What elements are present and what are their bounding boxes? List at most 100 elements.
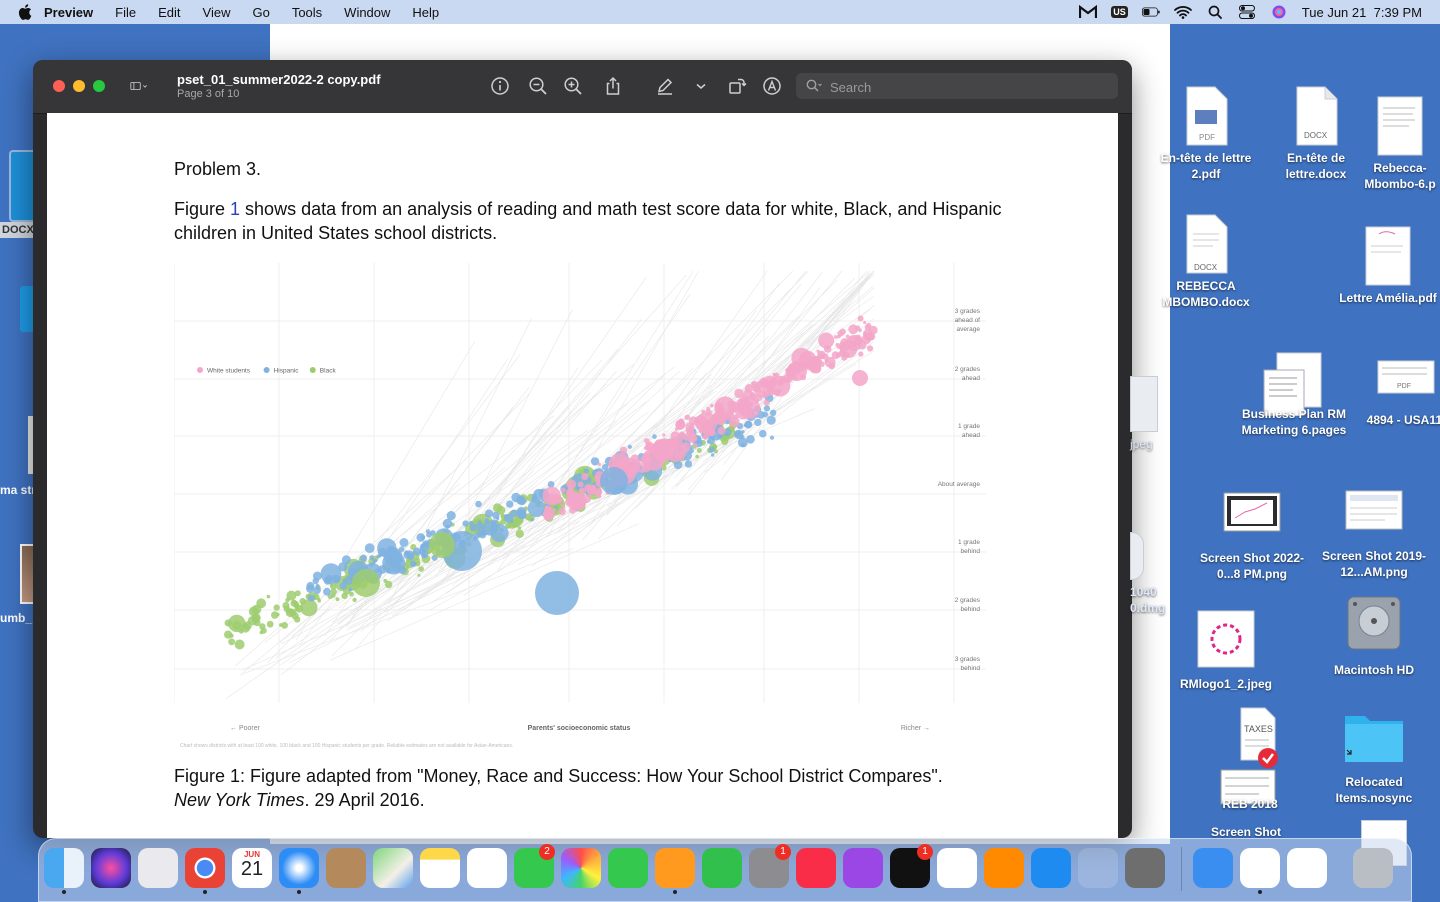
desktop-macintosh-hd[interactable]: Macintosh HD [1314, 594, 1434, 678]
dock-preview-icon[interactable] [1240, 848, 1280, 888]
dock-numbers-icon[interactable] [702, 848, 742, 888]
menu-go[interactable]: Go [252, 5, 269, 20]
markup-menu-button[interactable] [691, 76, 706, 96]
white-student-point [684, 414, 691, 421]
left-clipped-icon[interactable] [0, 52, 36, 72]
desktop-file-screenshot-2019[interactable]: Screen Shot 2019-12...AM.png [1314, 490, 1434, 580]
close-window-button[interactable] [53, 80, 65, 92]
desktop-folder-relocated[interactable]: Relocated Items.nosync [1314, 708, 1434, 806]
zoom-in-button[interactable] [563, 76, 583, 96]
desktop-file-dmg[interactable]: 1040 0.dmg [1130, 532, 1180, 616]
legend-marker [309, 367, 316, 373]
dock-photos-icon[interactable] [561, 848, 601, 888]
left-blue-icon[interactable] [0, 282, 36, 334]
dock-books-icon[interactable] [984, 848, 1024, 888]
dock-textedit-icon[interactable] [1287, 848, 1327, 888]
dock-mail-icon[interactable] [1193, 848, 1233, 888]
desktop-taxes-file[interactable]: TAXES REB 2018 [1190, 706, 1310, 811]
legend-marker [197, 367, 203, 373]
markup-button[interactable] [655, 76, 675, 96]
gmail-status-icon[interactable] [1079, 4, 1098, 20]
left-photo-icon[interactable]: umb_ _10 [0, 544, 36, 644]
white-student-point [566, 493, 584, 511]
dock-reminders-icon[interactable] [467, 848, 507, 888]
minimize-window-button[interactable] [73, 80, 85, 92]
zoom-window-button[interactable] [93, 80, 105, 92]
desktop-file-4894[interactable]: PDF 4894 - USA11. [1356, 360, 1440, 428]
dock-finder-icon[interactable] [44, 848, 84, 888]
search-field[interactable] [796, 73, 1118, 99]
dock-facetime-icon[interactable] [608, 848, 648, 888]
desktop-file-label: En-tête de lettre 2.pdf [1160, 151, 1252, 181]
siri-icon[interactable] [1270, 4, 1288, 20]
dock-help-icon[interactable] [1078, 848, 1118, 888]
annotate-button[interactable] [762, 76, 782, 96]
dock-notes-icon[interactable] [420, 848, 460, 888]
figure-reference-link[interactable]: 1 [230, 199, 240, 219]
svg-text:PDF: PDF [1199, 133, 1215, 142]
hispanic-student-point [769, 435, 775, 440]
dock-contacts-icon[interactable] [326, 848, 366, 888]
left-doc-icon[interactable]: ma strat [0, 416, 36, 516]
rotate-button[interactable] [727, 76, 747, 96]
black-student-point [266, 594, 271, 599]
control-center-icon[interactable] [1238, 4, 1256, 20]
menu-file[interactable]: File [115, 5, 136, 20]
white-student-point [863, 320, 867, 325]
desktop-file-rebecca-docx[interactable]: DOCX REBECCA MBOMBO.docx [1146, 214, 1266, 310]
desktop-file-jpeg[interactable]: jpeg [1130, 376, 1160, 452]
desktop-file-rmlogo[interactable]: RMlogo1_2.jpeg [1166, 610, 1286, 692]
share-button[interactable] [603, 76, 623, 96]
menubar-clock[interactable]: Tue Jun 21 7:39 PM [1302, 5, 1422, 20]
dock-music-icon[interactable] [796, 848, 836, 888]
menu-help[interactable]: Help [412, 5, 439, 20]
dock-maps-icon[interactable] [373, 848, 413, 888]
problem-paragraph: Figure 1 shows data from an analysis of … [174, 197, 1004, 245]
dock-trash-icon[interactable] [1353, 848, 1393, 888]
menu-tools[interactable]: Tools [292, 5, 322, 20]
dock-launchpad-icon[interactable] [138, 848, 178, 888]
hispanic-student-point [331, 574, 341, 584]
dock-chrome-icon[interactable] [185, 848, 225, 888]
desktop-file-entete-pdf[interactable]: PDF En-tête de lettre 2.pdf [1146, 86, 1266, 182]
pdf-page[interactable]: Problem 3. Figure 1 shows data from an a… [47, 113, 1118, 838]
dock-siri-icon[interactable] [91, 848, 131, 888]
keyboard-input-badge[interactable]: US [1111, 6, 1128, 18]
hispanic-student-point [399, 558, 404, 563]
menu-preview[interactable]: Preview [44, 5, 93, 20]
desktop-file-business-plan[interactable]: Business Plan RM Marketing 6.pages [1234, 352, 1354, 438]
desktop-file-screenshot-2022[interactable]: Screen Shot 2022-0...8 PM.png [1192, 492, 1312, 582]
info-button[interactable] [490, 76, 510, 96]
white-student-point [749, 393, 756, 401]
document-title[interactable]: pset_01_summer2022-2 copy.pdf [177, 72, 381, 87]
wifi-icon[interactable] [1173, 4, 1192, 20]
search-input[interactable] [828, 76, 1112, 98]
zoom-out-button[interactable] [528, 76, 548, 96]
dock-running-indicator [62, 890, 66, 894]
document-thumbnail-icon [1365, 226, 1411, 286]
dock-running-indicator [203, 890, 207, 894]
large-district-point [352, 569, 380, 597]
dock-safari-icon[interactable] [279, 848, 319, 888]
white-student-point [802, 354, 808, 359]
spotlight-search-icon[interactable] [1206, 4, 1224, 20]
desktop-file-lettre-amelia[interactable]: Lettre Amélia.pdf [1328, 226, 1440, 306]
menu-edit[interactable]: Edit [158, 5, 180, 20]
preview-window: pset_01_summer2022-2 copy.pdf Page 3 of … [33, 60, 1132, 838]
dock-pages-icon[interactable] [655, 848, 695, 888]
dock-app-store-icon[interactable] [1031, 848, 1071, 888]
hispanic-student-point [766, 415, 776, 425]
apple-logo-icon[interactable] [18, 4, 32, 20]
desktop-file-rebecca-mbombo[interactable]: Rebecca-Mbombo-6.p [1350, 96, 1440, 192]
battery-icon[interactable] [1141, 4, 1160, 20]
sidebar-toggle-button[interactable] [130, 76, 166, 96]
dock-podcasts-icon[interactable] [843, 848, 883, 888]
hispanic-student-point [684, 460, 693, 468]
menu-window[interactable]: Window [344, 5, 390, 20]
left-docx-icon[interactable]: DOCX [0, 148, 36, 244]
menu-view[interactable]: View [203, 5, 231, 20]
dock-news-icon[interactable] [937, 848, 977, 888]
dock-scanner-icon[interactable] [1125, 848, 1165, 888]
district-connector-line [296, 340, 476, 641]
docx-file-icon: DOCX [1186, 214, 1228, 274]
